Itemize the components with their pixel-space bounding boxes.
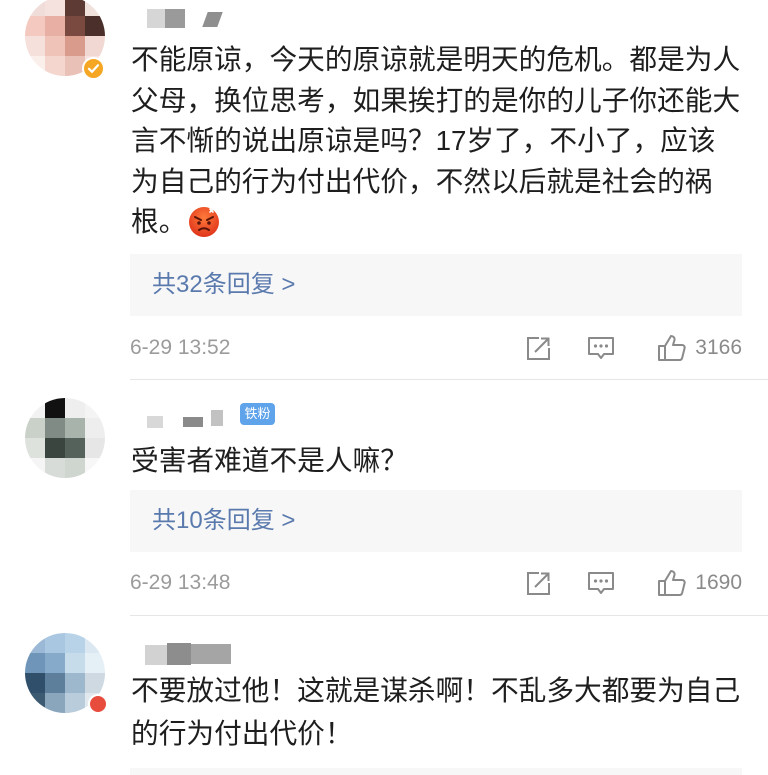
verified-badge-icon <box>82 57 105 80</box>
share-button[interactable] <box>525 333 552 363</box>
comment-text: 不要放过他！这就是谋杀啊！不乱多大都要为自己 的行为付出代价！ <box>131 669 761 755</box>
share-icon <box>527 571 550 595</box>
member-badge-icon <box>88 694 108 714</box>
like-button[interactable]: 3166 <box>657 333 742 363</box>
comment-text-line: 不要放过他！这就是谋杀啊！不乱多大都要为自己 <box>131 675 741 706</box>
view-replies-button[interactable] <box>130 768 742 775</box>
reply-button[interactable] <box>587 568 615 598</box>
comment-text-line: 为自己的行为付出代价，不然以后就是社会的祸 <box>131 165 713 197</box>
comment-text-fragment: 根。 <box>131 206 187 237</box>
view-replies-label: 共32条回复 > <box>152 271 296 298</box>
comment-text-line: 言不惭的说出原谅是吗？17岁了，不小了，应该 <box>131 125 716 156</box>
username-blurred[interactable] <box>145 641 245 667</box>
comment-footer: 6-29 13:52 3166 <box>130 333 742 363</box>
share-button[interactable] <box>525 568 552 598</box>
commenter-avatar[interactable] <box>25 398 105 478</box>
comment-thread: 不能原谅，今天的原谅就是明天的危机。都是为人 父母，换位思考，如果挨打的是你的儿… <box>0 0 768 775</box>
comment-icon <box>588 571 614 594</box>
comment-text: 不能原谅，今天的原谅就是明天的危机。都是为人 父母，换位思考，如果挨打的是你的儿… <box>131 40 761 243</box>
view-replies-label: 共10条回复 > <box>152 507 296 534</box>
comment-text-line: 不能原谅，今天的原谅就是明天的危机。都是为人 <box>131 44 741 75</box>
comment-footer: 6-29 13:48 1690 <box>130 568 742 598</box>
thumbs-up-icon <box>658 570 686 596</box>
comment-text: 受害者难道不是人嘛？ <box>131 440 761 481</box>
comment-divider <box>130 615 768 616</box>
comment-divider <box>130 379 768 380</box>
view-replies-button[interactable]: 共32条回复 > <box>130 254 742 316</box>
username-blurred[interactable] <box>145 404 245 430</box>
share-icon <box>527 336 550 360</box>
comment-text-line: 的行为付出代价！ <box>131 718 353 749</box>
like-count: 1690 <box>695 571 742 594</box>
comment-timestamp: 6-29 13:52 <box>130 336 231 359</box>
comment-text-line: 根。 <box>131 202 761 243</box>
view-replies-button[interactable]: 共10条回复 > <box>130 490 742 552</box>
like-count: 3166 <box>695 336 742 359</box>
comment-timestamp: 6-29 13:48 <box>130 571 231 594</box>
thumbs-up-icon <box>658 335 686 361</box>
comment-text-line: 父母，换位思考，如果挨打的是你的儿子你还能大 <box>131 84 741 116</box>
comment-icon <box>588 336 614 359</box>
comment-text-line: 受害者难道不是人嘛？ <box>131 445 408 476</box>
fan-badge: 铁粉 <box>240 403 275 425</box>
reply-button[interactable] <box>587 333 615 363</box>
username-blurred[interactable] <box>145 8 245 34</box>
angry-face-emoji-icon <box>188 206 220 238</box>
like-button[interactable]: 1690 <box>657 568 742 598</box>
